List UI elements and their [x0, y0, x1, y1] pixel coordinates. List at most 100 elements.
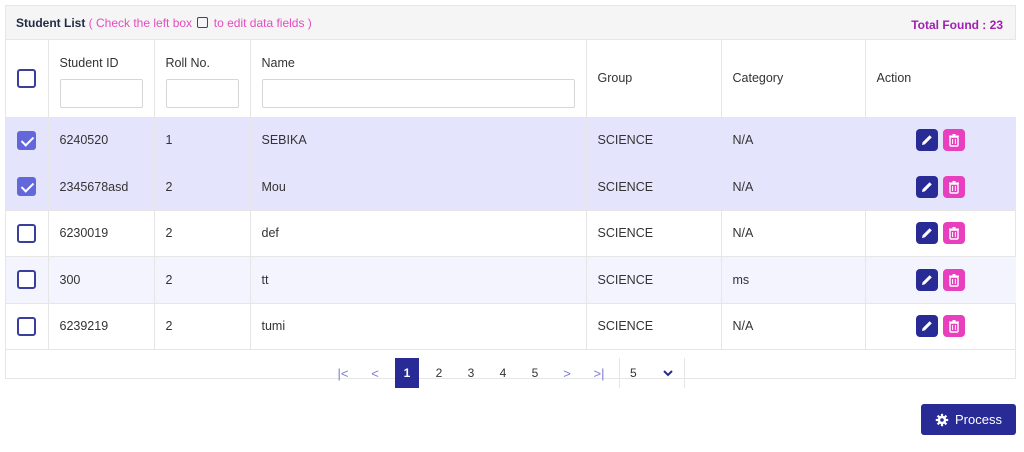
last-page-button[interactable]: >|	[583, 358, 615, 388]
hint-prefix: ( Check the left box	[88, 16, 193, 30]
table-row: 2345678asd 2 Mou SCIENCE N/A	[6, 163, 1016, 211]
page-size-value: 5	[630, 366, 637, 380]
delete-button[interactable]	[943, 175, 966, 198]
table-row: 300 2 tt SCIENCE ms	[6, 256, 1016, 304]
pencil-icon	[922, 321, 932, 332]
hint-suffix: to edit data fields )	[213, 16, 312, 30]
group-cell: SCIENCE	[586, 210, 722, 257]
roll-no-cell: 2	[154, 163, 251, 211]
col-category: Category	[721, 40, 866, 118]
edit-button[interactable]	[916, 315, 938, 338]
name-cell: tt	[250, 256, 587, 304]
col-group: Group	[586, 40, 722, 118]
panel-title: Student List ( Check the left box to edi…	[16, 16, 312, 30]
category-cell: N/A	[721, 303, 866, 350]
group-cell: SCIENCE	[586, 117, 722, 164]
group-cell: SCIENCE	[586, 163, 722, 211]
page-button[interactable]: 1	[395, 358, 419, 388]
panel-title-text: Student List	[16, 16, 86, 30]
col-roll-no-label: Roll No.	[165, 56, 210, 70]
trash-icon	[949, 227, 960, 240]
edit-button[interactable]	[916, 175, 938, 198]
first-page-button[interactable]: |<	[327, 358, 359, 388]
pencil-icon	[922, 181, 932, 192]
name-cell: tumi	[250, 303, 587, 350]
category-cell: N/A	[721, 210, 866, 257]
student-id-cell: 2345678asd	[48, 163, 155, 211]
student-list-panel: Student List ( Check the left box to edi…	[5, 5, 1016, 388]
col-action-label: Action	[876, 71, 912, 86]
col-student-id: Student ID	[48, 40, 155, 118]
col-group-label: Group	[597, 71, 633, 86]
page-button[interactable]: 4	[487, 358, 519, 388]
page-size-select[interactable]: 5	[619, 358, 685, 388]
edit-button[interactable]	[916, 222, 938, 245]
name-cell: def	[250, 210, 587, 257]
page-button[interactable]: 5	[519, 358, 551, 388]
group-cell: SCIENCE	[586, 303, 722, 350]
col-action: Action	[865, 40, 1016, 118]
next-page-button[interactable]: >	[551, 358, 583, 388]
pencil-icon	[922, 274, 932, 285]
action-cell	[865, 210, 1016, 257]
roll-no-filter-input[interactable]	[165, 79, 239, 108]
student-id-cell: 300	[48, 256, 155, 304]
student-id-cell: 6240520	[48, 117, 155, 164]
col-name: Name	[250, 40, 587, 118]
trash-icon	[949, 320, 960, 333]
pagination: |< < 1 2 3 4 5 > >| 5	[6, 358, 1016, 388]
delete-button[interactable]	[943, 315, 966, 338]
roll-no-cell: 2	[154, 210, 251, 257]
pagination-row: |< < 1 2 3 4 5 > >| 5	[6, 350, 1016, 397]
pencil-icon	[922, 228, 932, 239]
roll-no-cell: 1	[154, 117, 251, 164]
gear-icon	[935, 413, 949, 426]
table-row: 6240520 1 SEBIKA SCIENCE N/A	[6, 117, 1016, 164]
edit-button[interactable]	[916, 129, 938, 152]
trash-icon	[949, 134, 960, 147]
pencil-icon	[922, 135, 932, 146]
student-id-cell: 6239219	[48, 303, 155, 350]
roll-no-cell: 2	[154, 256, 251, 304]
page-button[interactable]: 3	[455, 358, 487, 388]
student-id-cell: 6230019	[48, 210, 155, 257]
delete-button[interactable]	[943, 222, 966, 245]
col-name-label: Name	[261, 56, 295, 70]
action-cell	[865, 163, 1016, 211]
process-button[interactable]: Process	[921, 404, 1016, 435]
action-cell	[865, 303, 1016, 350]
delete-button[interactable]	[943, 268, 966, 291]
delete-button[interactable]	[943, 129, 966, 152]
prev-page-button[interactable]: <	[359, 358, 391, 388]
student-id-filter-input[interactable]	[59, 79, 143, 108]
row-checkbox[interactable]	[17, 223, 37, 243]
col-roll-no: Roll No.	[154, 40, 251, 118]
process-label: Process	[955, 412, 1002, 427]
hint-checkbox-icon	[197, 17, 209, 28]
action-cell	[865, 117, 1016, 164]
select-all-header	[6, 40, 49, 118]
row-checkbox[interactable]	[17, 316, 37, 336]
trash-icon	[949, 273, 960, 287]
name-cell: SEBIKA	[250, 117, 587, 164]
edit-button[interactable]	[916, 268, 938, 291]
total-found: Total Found : 23	[911, 18, 1003, 32]
category-cell: N/A	[721, 117, 866, 164]
name-filter-input[interactable]	[261, 79, 575, 108]
table-header-row: Student ID Roll No. Name Group Category …	[6, 40, 1016, 118]
panel-hint: ( Check the left box to edit data fields…	[89, 16, 312, 30]
page-button[interactable]: 2	[423, 358, 455, 388]
select-all-checkbox[interactable]	[17, 68, 37, 88]
row-checkbox[interactable]	[17, 177, 37, 197]
category-cell: N/A	[721, 163, 866, 211]
col-student-id-label: Student ID	[59, 56, 119, 70]
action-cell	[865, 256, 1016, 304]
col-category-label: Category	[732, 71, 784, 86]
row-checkbox[interactable]	[17, 270, 37, 290]
trash-icon	[949, 180, 960, 194]
panel-header: Student List ( Check the left box to edi…	[6, 6, 1015, 40]
group-cell: SCIENCE	[586, 256, 722, 304]
table-row: 6230019 2 def SCIENCE N/A	[6, 210, 1016, 257]
row-checkbox[interactable]	[17, 130, 37, 150]
roll-no-cell: 2	[154, 303, 251, 350]
